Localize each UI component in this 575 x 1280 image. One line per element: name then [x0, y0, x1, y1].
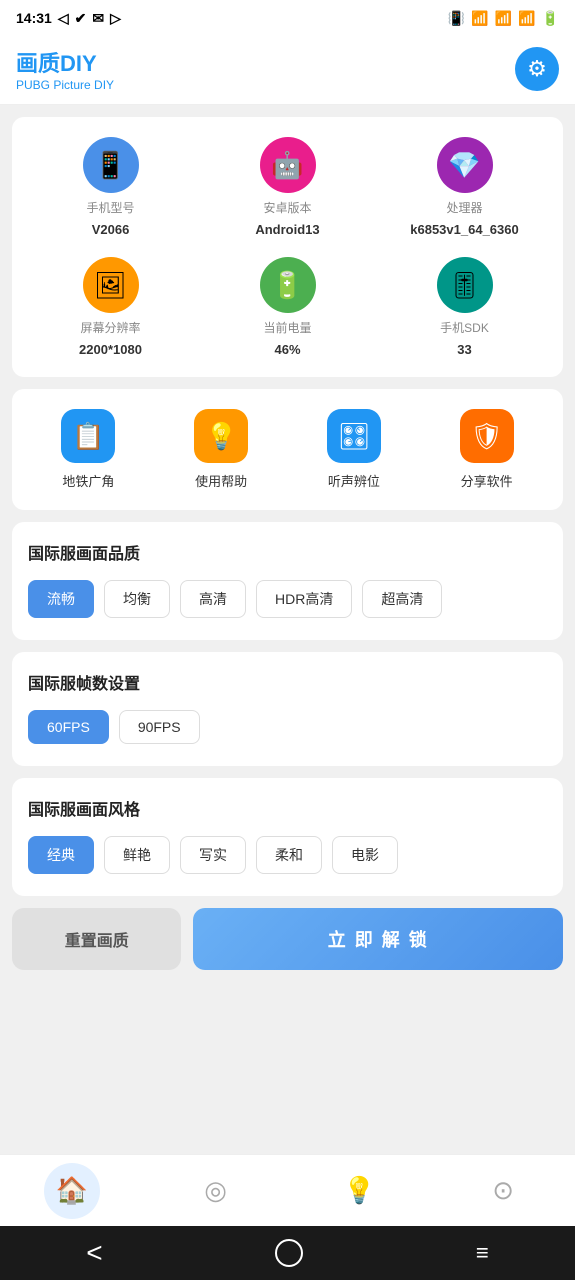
quality-btn-group: 流畅均衡高清 HDR高清超高清 — [28, 580, 547, 618]
quality-section: 国际服画面品质 流畅均衡高清 HDR高清超高清 — [12, 522, 563, 640]
quality-option-2[interactable]: 高清 — [180, 580, 246, 618]
battery-value: 46% — [274, 342, 300, 357]
action-item-use-help[interactable]: 💡 使用帮助 — [155, 409, 288, 490]
style-option-4[interactable]: 电影 — [332, 836, 398, 874]
nav-icon: ◁ — [58, 10, 69, 27]
processor-icon: 💎 — [437, 137, 493, 193]
quality-option-1[interactable]: 均衡 — [104, 580, 170, 618]
phone-model-icon: 📱 — [83, 137, 139, 193]
quick-actions-card: 📋 地铁广角 💡 使用帮助 🎛 听声辨位 🛡 分享软件 — [12, 389, 563, 510]
email-icon: ✉ — [92, 10, 104, 27]
reset-button[interactable]: 重置画质 — [12, 908, 181, 970]
back-button[interactable]: < — [86, 1237, 102, 1269]
use-help-icon: 💡 — [194, 409, 248, 463]
menu-button[interactable]: ≡ — [476, 1240, 489, 1266]
header-title-block: 画质DIY PUBG Picture DIY — [16, 46, 114, 92]
status-bar: 14:31 ◁ ✔ ✉ ▷ 📳 📶 📶 📶 🔋 — [0, 0, 575, 36]
device-info-card: 📱 手机型号 V2066 🤖 安卓版本 Android13 💎 处理器 k685… — [12, 117, 563, 377]
status-right: 📳 📶 📶 📶 🔋 — [448, 10, 559, 27]
style-section: 国际服画面风格 经典鲜艳写实柔和电影 — [12, 778, 563, 896]
share-software-label: 分享软件 — [461, 471, 513, 490]
style-option-1[interactable]: 鲜艳 — [104, 836, 170, 874]
sdk-value: 33 — [457, 342, 471, 357]
circle-icon: ⊙ — [492, 1175, 514, 1206]
quality-title: 国际服画面品质 — [28, 540, 547, 564]
nav-compass[interactable]: ◎ — [188, 1163, 244, 1219]
device-item-processor: 💎 处理器 k6853v1_64_6360 — [376, 137, 553, 237]
fps-option-0[interactable]: 60FPS — [28, 710, 109, 744]
call-icon: 📶 — [471, 10, 488, 27]
device-grid: 📱 手机型号 V2066 🤖 安卓版本 Android13 💎 处理器 k685… — [22, 137, 553, 357]
sdk-label: 手机SDK — [440, 319, 489, 336]
bottom-nav: 🏠 ◎ 💡 ⊙ — [0, 1154, 575, 1226]
fps-section: 国际服帧数设置 60FPS 90FPS — [12, 652, 563, 766]
status-left: 14:31 ◁ ✔ ✉ ▷ — [16, 10, 121, 27]
phone-model-label: 手机型号 — [86, 199, 134, 216]
android-version-icon: 🤖 — [260, 137, 316, 193]
style-option-3[interactable]: 柔和 — [256, 836, 322, 874]
gear-icon: ⚙ — [527, 56, 547, 82]
device-item-android-version: 🤖 安卓版本 Android13 — [199, 137, 376, 237]
style-option-2[interactable]: 写实 — [180, 836, 246, 874]
battery-icon: 🔋 — [542, 10, 559, 27]
android-version-value: Android13 — [255, 222, 319, 237]
fps-option-1[interactable]: 90FPS — [119, 710, 200, 744]
compass-icon: ◎ — [204, 1175, 227, 1206]
app-subtitle: PUBG Picture DIY — [16, 78, 114, 92]
battery-icon: 🔋 — [260, 257, 316, 313]
signal-icon: 📶 — [518, 10, 535, 27]
battery-label: 当前电量 — [263, 319, 311, 336]
action-item-metro-corner[interactable]: 📋 地铁广角 — [22, 409, 155, 490]
fps-btn-group: 60FPS 90FPS — [28, 710, 547, 744]
settings-button[interactable]: ⚙ — [515, 47, 559, 91]
bottom-actions: 重置画质 立 即 解 锁 — [12, 908, 563, 970]
share-software-icon: 🛡 — [460, 409, 514, 463]
nav-home[interactable]: 🏠 — [44, 1163, 100, 1219]
home-button[interactable] — [275, 1239, 303, 1267]
check-icon: ✔ — [75, 10, 87, 27]
metro-corner-icon: 📋 — [61, 409, 115, 463]
resolution-value: 2200*1080 — [79, 342, 142, 357]
phone-model-value: V2066 — [92, 222, 130, 237]
sdk-icon: 🎚 — [437, 257, 493, 313]
wifi-icon: 📶 — [495, 10, 512, 27]
action-item-audio-position[interactable]: 🎛 听声辨位 — [288, 409, 421, 490]
device-item-phone-model: 📱 手机型号 V2066 — [22, 137, 199, 237]
resolution-icon: 🖼 — [83, 257, 139, 313]
system-nav-bar: < ≡ — [0, 1226, 575, 1280]
resolution-label: 屏幕分辨率 — [80, 319, 140, 336]
header: 画质DIY PUBG Picture DIY ⚙ — [0, 36, 575, 105]
status-time: 14:31 — [16, 10, 52, 26]
bulb-icon: 💡 — [343, 1175, 375, 1206]
app-title: 画质DIY — [16, 46, 114, 78]
style-btn-group: 经典鲜艳写实柔和电影 — [28, 836, 547, 874]
quality-option-4[interactable]: 超高清 — [362, 580, 442, 618]
audio-position-label: 听声辨位 — [328, 471, 380, 490]
home-icon: 🏠 — [56, 1175, 88, 1206]
quality-option-3[interactable]: HDR高清 — [256, 580, 352, 618]
action-item-share-software[interactable]: 🛡 分享软件 — [420, 409, 553, 490]
nav-bulb[interactable]: 💡 — [331, 1163, 387, 1219]
device-item-sdk: 🎚 手机SDK 33 — [376, 257, 553, 357]
device-item-battery: 🔋 当前电量 46% — [199, 257, 376, 357]
audio-position-icon: 🎛 — [327, 409, 381, 463]
style-option-0[interactable]: 经典 — [28, 836, 94, 874]
unlock-button[interactable]: 立 即 解 锁 — [193, 908, 563, 970]
fps-title: 国际服帧数设置 — [28, 670, 547, 694]
device-item-resolution: 🖼 屏幕分辨率 2200*1080 — [22, 257, 199, 357]
actions-grid: 📋 地铁广角 💡 使用帮助 🎛 听声辨位 🛡 分享软件 — [22, 409, 553, 490]
signal-vibrate-icon: 📳 — [448, 10, 465, 27]
nav-circle[interactable]: ⊙ — [475, 1163, 531, 1219]
android-version-label: 安卓版本 — [263, 199, 311, 216]
metro-corner-label: 地铁广角 — [62, 471, 114, 490]
style-title: 国际服画面风格 — [28, 796, 547, 820]
play-icon: ▷ — [110, 10, 121, 27]
quality-option-0[interactable]: 流畅 — [28, 580, 94, 618]
processor-label: 处理器 — [446, 199, 482, 216]
processor-value: k6853v1_64_6360 — [410, 222, 518, 237]
use-help-label: 使用帮助 — [195, 471, 247, 490]
main-content: 📱 手机型号 V2066 🤖 安卓版本 Android13 💎 处理器 k685… — [0, 105, 575, 1154]
